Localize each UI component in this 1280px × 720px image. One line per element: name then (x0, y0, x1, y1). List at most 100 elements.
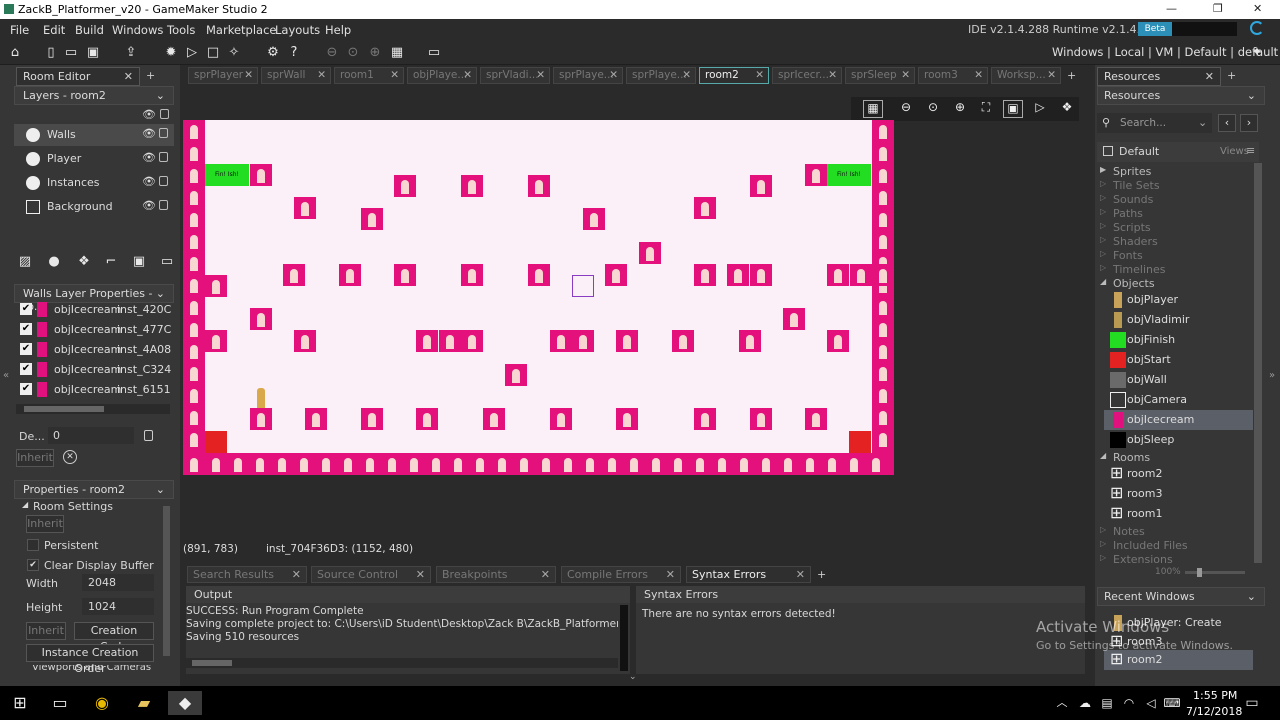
add-asset-layer-icon[interactable]: ▣ (130, 253, 148, 271)
res-room2[interactable]: ⊞ room2 (1104, 464, 1254, 484)
add-tab-icon[interactable]: + (817, 568, 826, 581)
instance-checkbox[interactable]: ✔ (20, 363, 32, 375)
close-icon[interactable]: ✕ (1047, 69, 1056, 81)
instance-row[interactable]: ✔ objIcecream inst_477C (18, 320, 171, 340)
tab-sprvladimir[interactable]: sprVladi... ✕ (480, 67, 550, 84)
wall-instance[interactable] (361, 208, 383, 230)
wall-instance[interactable] (872, 406, 894, 428)
wall-instance[interactable] (183, 428, 205, 450)
wall-instance[interactable] (843, 453, 865, 475)
wall-instance[interactable] (605, 264, 627, 286)
tray-app-icon[interactable]: ☁ (1073, 691, 1097, 715)
wall-instance[interactable] (579, 453, 601, 475)
wall-instance[interactable] (733, 453, 755, 475)
creation-code-button[interactable]: Creation Code (74, 622, 154, 653)
wall-instance[interactable] (872, 318, 894, 340)
wall-instance[interactable] (799, 453, 821, 475)
wall-instance[interactable] (616, 408, 638, 430)
zoom-reset-icon[interactable]: ⊙ (344, 44, 362, 62)
wall-instance[interactable] (183, 453, 205, 475)
wall-instance[interactable] (205, 330, 227, 352)
tab-spricecream[interactable]: sprIcecr... ✕ (772, 67, 842, 84)
close-icon[interactable]: ✕ (463, 69, 472, 81)
tab-room2[interactable]: room2 ✕ (699, 67, 769, 84)
start-instance[interactable] (849, 431, 871, 453)
close-icon[interactable]: ✕ (1205, 70, 1214, 83)
wall-instance[interactable] (439, 330, 461, 352)
wall-instance[interactable] (183, 384, 205, 406)
wall-instance[interactable] (739, 330, 761, 352)
wall-instance[interactable] (850, 264, 872, 286)
menu-windows[interactable]: Windows (112, 23, 163, 37)
collapse-left-icon[interactable]: « (3, 370, 9, 381)
previous-button[interactable]: ‹ (1218, 114, 1236, 132)
menu-tools[interactable]: Tools (167, 23, 195, 37)
finish-instance[interactable]: Fin! Ish! (827, 164, 871, 186)
wall-instance[interactable] (872, 296, 894, 318)
notifications-icon[interactable]: ▭ (1240, 691, 1264, 715)
close-icon[interactable]: ✕ (390, 69, 399, 81)
close-icon[interactable]: ✕ (124, 70, 133, 83)
wall-instance[interactable] (821, 453, 843, 475)
wall-instance[interactable] (183, 252, 205, 274)
wall-instance[interactable] (694, 408, 716, 430)
close-icon[interactable]: ✕ (244, 69, 253, 81)
wall-instance[interactable] (827, 330, 849, 352)
wall-instance[interactable] (535, 453, 557, 475)
wall-instance[interactable] (750, 264, 772, 286)
wall-instance[interactable] (750, 175, 772, 197)
wall-instance[interactable] (205, 275, 227, 297)
wall-instance[interactable] (777, 453, 799, 475)
grid-icon[interactable]: ▦ (388, 44, 406, 62)
wall-instance[interactable] (249, 453, 271, 475)
tray-chevron-icon[interactable]: ︿ (1050, 691, 1074, 715)
wall-instance[interactable] (183, 186, 205, 208)
instance-row[interactable]: ✔ objIcecream inst_6151 (18, 380, 171, 400)
wall-instance[interactable] (469, 453, 491, 475)
wall-instance[interactable] (183, 296, 205, 318)
wall-instance[interactable] (805, 408, 827, 430)
add-tab-icon[interactable]: + (146, 69, 155, 82)
wall-instance[interactable] (305, 408, 327, 430)
wall-instance[interactable] (461, 330, 483, 352)
wall-instance[interactable] (689, 453, 711, 475)
clock-date[interactable]: 7/12/2018 (1186, 705, 1242, 718)
wall-instance[interactable] (183, 318, 205, 340)
add-tab-icon[interactable]: + (1067, 69, 1076, 82)
wall-instance[interactable] (183, 340, 205, 362)
wall-instance[interactable] (381, 453, 403, 475)
wall-instance[interactable] (447, 453, 469, 475)
scrollbar-thumb[interactable] (192, 660, 232, 666)
clock-time[interactable]: 1:55 PM (1193, 689, 1237, 702)
tab-search-results[interactable]: Search Results ✕ (187, 566, 307, 583)
close-icon[interactable]: ✕ (666, 568, 675, 581)
wall-instance[interactable] (865, 453, 887, 475)
wall-instance[interactable] (727, 264, 749, 286)
chevron-down-icon[interactable]: ⌄ (156, 483, 165, 496)
zoom-slider[interactable] (1185, 568, 1245, 577)
res-room3[interactable]: ⊞ room3 (1104, 484, 1254, 504)
close-icon[interactable]: ✕ (292, 568, 301, 581)
persistent-checkbox[interactable] (27, 539, 39, 551)
wall-instance[interactable] (183, 362, 205, 384)
monitor-icon[interactable]: ▭ (425, 44, 443, 62)
menu-marketplace[interactable]: Marketplace (206, 23, 276, 37)
eye-icon[interactable]: 👁 (142, 199, 156, 212)
camera-view-icon[interactable]: ▣ (1003, 100, 1023, 118)
wall-instance[interactable] (750, 408, 772, 430)
eye-icon[interactable]: 👁 (142, 127, 156, 140)
wall-instance[interactable] (416, 408, 438, 430)
wall-instance[interactable] (315, 453, 337, 475)
wall-instance[interactable] (872, 340, 894, 362)
zoom-reset-icon[interactable]: ⊙ (923, 100, 943, 118)
wall-instance[interactable] (805, 164, 827, 186)
open-folder-icon[interactable]: ▭ (62, 44, 80, 62)
debug-icon[interactable]: ✹ (162, 44, 180, 62)
wall-instance[interactable] (672, 330, 694, 352)
wall-instance[interactable] (250, 308, 272, 330)
resource-search[interactable]: ⚲ Search... ⌄ (1097, 113, 1212, 133)
tab-syntax-errors[interactable]: Syntax Errors ✕ (686, 566, 811, 583)
wall-instance[interactable] (667, 453, 689, 475)
lock-icon[interactable] (160, 109, 169, 119)
wall-instance[interactable] (872, 428, 894, 450)
